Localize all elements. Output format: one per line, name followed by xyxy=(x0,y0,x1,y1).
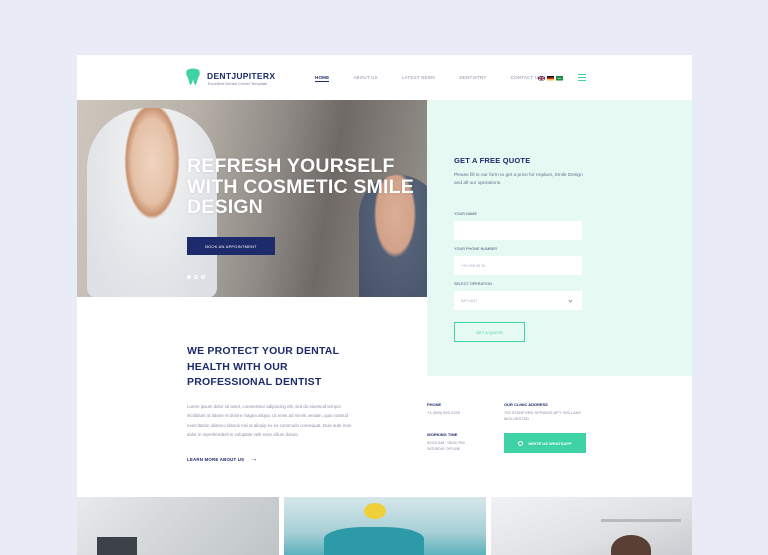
shelf xyxy=(601,519,681,522)
language-switcher xyxy=(538,76,563,81)
learn-more-link[interactable]: LEARN MORE ABOUT US → xyxy=(187,456,258,463)
brand-name[interactable]: DENTJUPITERX xyxy=(207,71,275,81)
sa-flag-icon[interactable] xyxy=(556,76,563,81)
hamburger-menu-icon[interactable] xyxy=(578,74,586,81)
book-appointment-button[interactable]: BOOK AN APPOINTMENT xyxy=(187,237,275,255)
tooth-logo-icon[interactable] xyxy=(185,68,201,86)
slider-dot-1[interactable] xyxy=(187,275,191,279)
operation-label: SELECT OPERATION xyxy=(454,282,492,286)
person-photo xyxy=(611,535,651,555)
whatsapp-button-label: WRITE US WHATSAPP xyxy=(528,440,572,446)
nav-item-dentistry[interactable]: DENTISTRY xyxy=(459,75,486,82)
dental-chair xyxy=(324,527,424,555)
address-info-label: OUR CLINIC ADDRESS xyxy=(504,402,548,407)
learn-more-label: LEARN MORE ABOUT US xyxy=(187,457,245,462)
phone-info-value[interactable]: +1 (555) 555 2255 xyxy=(427,410,460,416)
dental-lamp xyxy=(364,503,386,519)
gallery-image-3[interactable] xyxy=(491,497,692,555)
about-body: Lorem ipsum dolor sit amet, consectetur … xyxy=(187,404,352,437)
uk-flag-icon[interactable] xyxy=(538,76,545,81)
hours-info-label: WORKING TIME xyxy=(427,432,458,437)
hero-title: REFRESH YOURSELF WITH COSMETIC SMILE DES… xyxy=(187,155,414,218)
nav-item-contact-us[interactable]: CONTACT US xyxy=(511,75,542,82)
hero-slider: REFRESH YOURSELF WITH COSMETIC SMILE DES… xyxy=(77,100,427,297)
chevron-down-icon xyxy=(568,298,573,303)
whatsapp-icon xyxy=(518,440,524,446)
about-title: WE PROTECT YOUR DENTAL HEALTH WITH OUR P… xyxy=(187,345,339,388)
slider-dots xyxy=(187,275,205,279)
arrow-right-icon: → xyxy=(250,456,258,463)
hours-info-note: SATURDAY OFFLINE xyxy=(427,447,461,451)
operation-select-value: IMPLANT xyxy=(461,298,478,303)
address-info-value: 793 STANFORD SPRINGS APT. 905 LAKE MOLLI… xyxy=(504,410,582,421)
quote-title: GET A FREE QUOTE xyxy=(454,156,531,165)
gallery-image-1[interactable] xyxy=(77,497,279,555)
quote-description: Please fill in our form to get a price f… xyxy=(454,173,583,186)
whatsapp-button[interactable]: WRITE US WHATSAPP xyxy=(504,433,586,453)
nav-item-about-us[interactable]: ABOUT US xyxy=(353,75,378,82)
get-quote-button[interactable]: GET A QUOTE xyxy=(454,322,525,342)
page-frame: DENTJUPITERX Excellent Dental Center Tem… xyxy=(77,55,692,555)
phone-label: YOUR PHONE NUMBER xyxy=(454,247,498,251)
slider-dot-3[interactable] xyxy=(201,275,205,279)
nav-item-home[interactable]: HOME xyxy=(315,75,330,82)
main-nav: HOME ABOUT US LATEST NEWS DENTISTRY CONT… xyxy=(315,75,565,82)
de-flag-icon[interactable] xyxy=(547,76,554,81)
operation-select[interactable]: IMPLANT xyxy=(454,291,582,310)
name-label: YOUR NAME xyxy=(454,212,477,216)
gallery-image-2[interactable] xyxy=(284,497,486,555)
brand-tagline: Excellent Dental Center Template xyxy=(208,81,268,86)
name-input[interactable] xyxy=(454,221,582,240)
phone-input[interactable]: +90 555 55 55 xyxy=(454,256,582,275)
slider-dot-2[interactable] xyxy=(194,275,198,279)
header: DENTJUPITERX Excellent Dental Center Tem… xyxy=(77,55,692,100)
clinic-gallery xyxy=(77,497,692,555)
dental-equipment xyxy=(97,537,137,555)
quote-form-panel: GET A FREE QUOTE Please fill in our form… xyxy=(427,100,692,376)
phone-info-label: PHONE xyxy=(427,402,442,407)
nav-item-latest-news[interactable]: LATEST NEWS xyxy=(402,75,436,82)
